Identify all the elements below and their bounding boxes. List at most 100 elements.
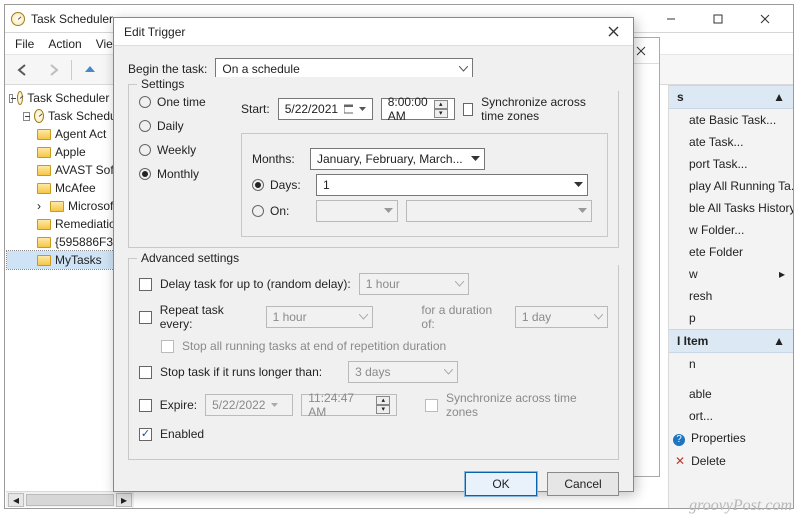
action-delete[interactable]: Delete: [669, 450, 793, 472]
folder-icon: [37, 237, 51, 248]
action-properties[interactable]: Properties: [669, 427, 793, 450]
action-item[interactable]: able: [669, 383, 793, 405]
tree-folder[interactable]: McAfee: [7, 179, 130, 197]
forward-button[interactable]: [41, 58, 65, 82]
action-item[interactable]: n: [669, 353, 793, 375]
monthly-subgroup: Months: January, February, March... Days…: [241, 133, 608, 237]
start-date-input[interactable]: 5/22/2021: [278, 98, 373, 120]
on-day-dropdown: [406, 200, 592, 222]
time-spinner[interactable]: ▴▾: [434, 100, 448, 118]
tree-folder[interactable]: Remediatio: [7, 215, 130, 233]
folder-icon: [37, 165, 51, 176]
tree-folder[interactable]: AVAST Soft: [7, 161, 130, 179]
tree-label: Agent Act: [55, 127, 106, 141]
actions-header-2: I Item▲: [669, 329, 793, 353]
action-item[interactable]: resh: [669, 285, 793, 307]
advanced-legend: Advanced settings: [137, 251, 626, 265]
settings-legend: Settings: [137, 77, 626, 91]
repeat-checkbox[interactable]: [139, 311, 152, 324]
radio-label: Days:: [270, 178, 301, 192]
time-value: 11:24:47 AM: [308, 391, 370, 419]
radio-monthly[interactable]: Monthly: [139, 167, 227, 181]
action-item[interactable]: ete Folder: [669, 241, 793, 263]
stop-longer-checkbox[interactable]: [139, 366, 152, 379]
tree-folder-selected[interactable]: MyTasks: [7, 251, 130, 269]
collapse-icon[interactable]: ▲: [773, 90, 785, 104]
action-item[interactable]: w▸: [669, 263, 793, 285]
back-button[interactable]: [11, 58, 35, 82]
action-item[interactable]: w Folder...: [669, 219, 793, 241]
radio-label: One time: [157, 95, 206, 109]
radio-daily[interactable]: Daily: [139, 119, 227, 133]
dialog-titlebar[interactable]: Edit Trigger: [114, 18, 633, 46]
tree-label: Remediatio: [55, 217, 116, 231]
repeat-dropdown: 1 hour: [266, 306, 374, 328]
cancel-button[interactable]: Cancel: [547, 472, 619, 496]
radio-icon: [139, 168, 151, 180]
action-item[interactable]: play All Running Ta...: [669, 175, 793, 197]
folder-icon: [37, 255, 51, 266]
spin-up-icon[interactable]: ▴: [434, 100, 448, 109]
action-item[interactable]: ble All Tasks History: [669, 197, 793, 219]
close-button[interactable]: [742, 8, 787, 30]
delay-checkbox[interactable]: [139, 278, 152, 291]
tree-library[interactable]: Task Scheduler: [7, 107, 130, 125]
collapse-icon[interactable]: [23, 112, 30, 121]
close-icon[interactable]: [631, 41, 651, 61]
radio-weekly[interactable]: Weekly: [139, 143, 227, 157]
menu-file[interactable]: File: [15, 37, 34, 51]
action-item[interactable]: [669, 375, 793, 383]
spin-down-icon[interactable]: ▾: [434, 109, 448, 118]
edit-trigger-dialog: Edit Trigger Begin the task: On a schedu…: [113, 17, 634, 492]
begin-task-label: Begin the task:: [128, 62, 207, 76]
folder-icon: [37, 147, 51, 158]
action-item[interactable]: ort...: [669, 405, 793, 427]
maximize-button[interactable]: [695, 8, 740, 30]
expire-checkbox[interactable]: [139, 399, 152, 412]
date-value: 5/22/2021: [285, 102, 338, 116]
days-dropdown[interactable]: 1: [316, 174, 588, 196]
collapse-icon[interactable]: ▲: [773, 334, 785, 348]
calendar-icon: [344, 104, 353, 114]
sync-tz2-label: Synchronize across time zones: [446, 391, 608, 419]
tree-folder[interactable]: ›Microsoft: [7, 197, 130, 215]
action-item[interactable]: ate Task...: [669, 131, 793, 153]
scroll-left-button[interactable]: ◂: [8, 493, 24, 507]
start-time-input[interactable]: 8:00:00 AM ▴▾: [381, 98, 455, 120]
tree-label: Microsoft: [68, 199, 117, 213]
action-item[interactable]: port Task...: [669, 153, 793, 175]
months-label: Months:: [252, 152, 302, 166]
tree-folder[interactable]: Agent Act: [7, 125, 130, 143]
duration-dropdown: 1 day: [515, 306, 608, 328]
chevron-down-icon: [594, 314, 603, 320]
radio-one-time[interactable]: One time: [139, 95, 227, 109]
menu-action[interactable]: Action: [48, 37, 81, 51]
folder-icon: [37, 219, 51, 230]
folder-icon: [50, 201, 64, 212]
spin-down-icon: ▾: [376, 405, 390, 414]
action-item[interactable]: ate Basic Task...: [669, 109, 793, 131]
radio-on[interactable]: On:: [252, 204, 308, 218]
tree-folder[interactable]: Apple: [7, 143, 130, 161]
button-label: Cancel: [564, 477, 601, 491]
close-button[interactable]: [603, 22, 623, 42]
ok-button[interactable]: OK: [465, 472, 537, 496]
action-item[interactable]: p: [669, 307, 793, 329]
tree-root[interactable]: Task Scheduler (Lo: [7, 89, 130, 107]
up-button[interactable]: [78, 58, 102, 82]
scroll-thumb[interactable]: [26, 494, 114, 506]
dropdown-value: On a schedule: [222, 62, 299, 76]
button-label: OK: [492, 477, 509, 491]
tree-folder[interactable]: {595886F3-: [7, 233, 130, 251]
collapse-icon[interactable]: [9, 94, 13, 103]
delay-dropdown: 1 hour: [359, 273, 469, 295]
chevron-down-icon: [455, 281, 464, 287]
radio-days[interactable]: Days:: [252, 178, 308, 192]
chevron-down-icon: [444, 369, 453, 375]
minimize-button[interactable]: [648, 8, 693, 30]
app-icon: [11, 12, 25, 26]
months-dropdown[interactable]: January, February, March...: [310, 148, 485, 170]
enabled-label: Enabled: [160, 427, 204, 441]
sync-tz-checkbox[interactable]: [463, 103, 473, 116]
enabled-checkbox[interactable]: [139, 428, 152, 441]
